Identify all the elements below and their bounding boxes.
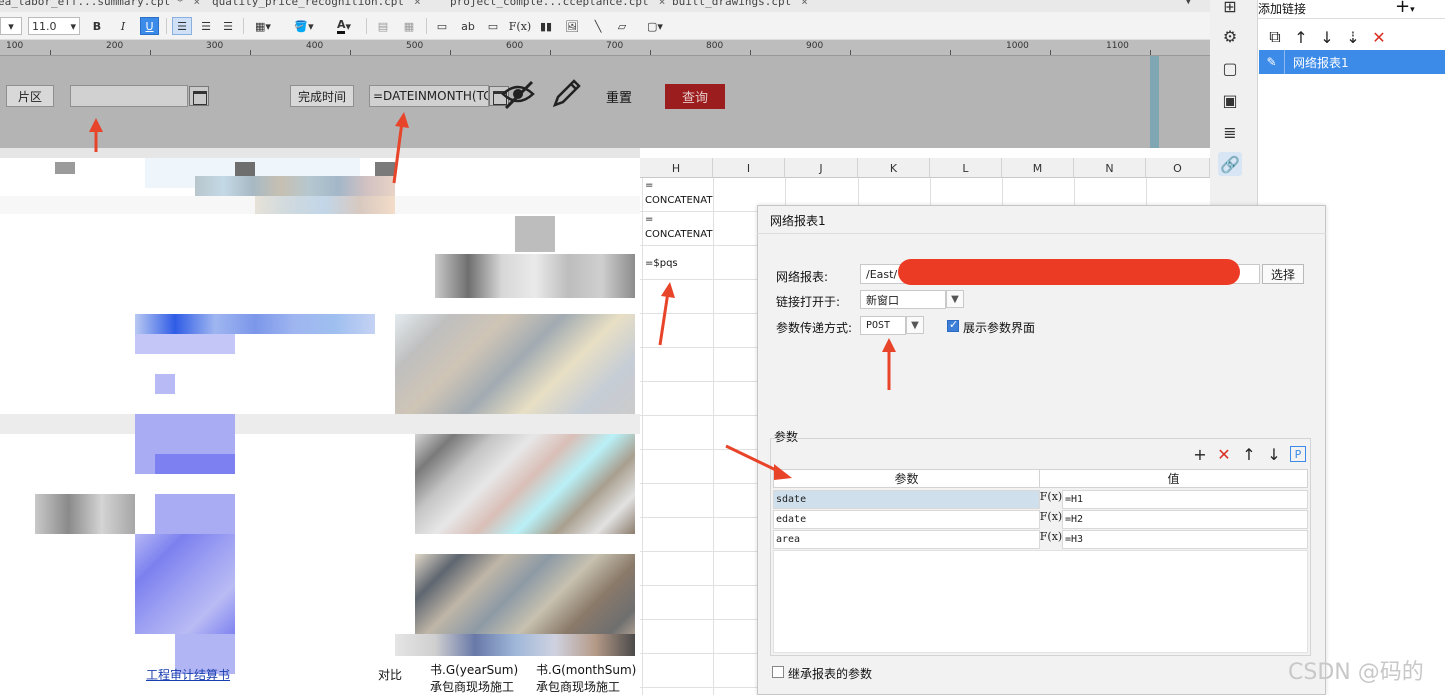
annotation-arrows [89,112,896,480]
